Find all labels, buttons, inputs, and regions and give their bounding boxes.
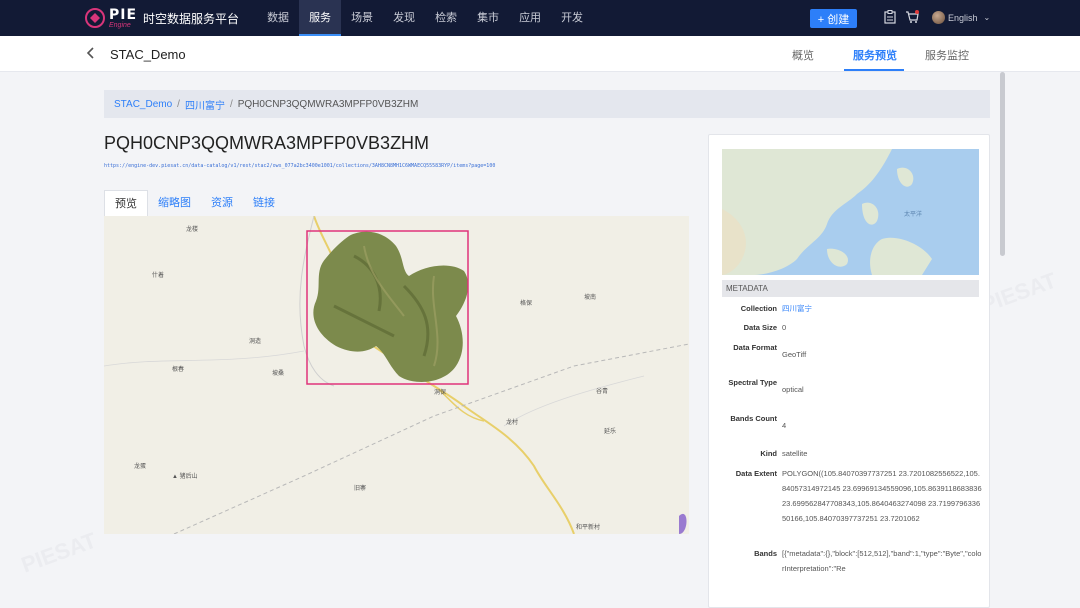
map-place-label: 龙村 [506, 420, 519, 426]
map-place-label: 谷青 [596, 389, 609, 395]
breadcrumb-current: PQH0CNP3QQMWRA3MPFP0VB3ZHM [237, 98, 419, 110]
map-place-label: 根春 [172, 367, 185, 373]
overview-map-canvas [722, 149, 979, 275]
metadata-value: 4 [782, 421, 787, 430]
logo-text: PIE [109, 6, 138, 23]
breadcrumb: STAC_Demo / 四川富宁 / PQH0CNP3QQMWRA3MPFP0V… [104, 90, 990, 118]
chevron-left-icon[interactable] [86, 46, 96, 63]
breadcrumb-separator: / [177, 98, 180, 110]
logo[interactable]: PIE Engine 时空数据服务平台 [84, 0, 239, 36]
map-view[interactable]: 龙楼 什着 洞造 坡桑 根春 格保 坡南 谷青 洞保 龙村 延乐 龙蛋 ▲ 猪后… [104, 216, 689, 534]
platform-title: 时空数据服务平台 [143, 11, 240, 26]
nav-item[interactable]: 应用 [509, 0, 551, 36]
breadcrumb-separator: / [229, 98, 233, 110]
metadata-value: optical [782, 385, 804, 394]
map-place-label: 旧寨 [354, 486, 367, 492]
metadata-key: Data Size [743, 323, 777, 332]
clipboard-icon[interactable] [884, 10, 896, 27]
preview-tabs: 预览 缩略图 资源 链接 [104, 190, 285, 216]
nav-item[interactable]: 检索 [425, 0, 467, 36]
metadata-key: Spectral Type [728, 378, 777, 387]
logo-icon [84, 7, 106, 29]
page-title: PQH0CNP3QQMWRA3MPFP0VB3ZHM [104, 133, 430, 153]
nav-item[interactable]: 开发 [551, 0, 593, 36]
map-place-label: 延乐 [604, 429, 617, 435]
collection-link[interactable]: 四川富宁 [782, 301, 982, 316]
map-place-label: 坡桑 [272, 371, 285, 377]
nav-item[interactable]: 集市 [467, 0, 509, 36]
map-place-label: 龙蛋 [134, 464, 147, 470]
metadata-panel: 太平洋 METADATA Collection 四川富宁 Data Size 0… [708, 134, 990, 608]
sub-header: STAC_Demo 概览 服务预览 服务监控 [0, 36, 1080, 72]
map-canvas [104, 216, 689, 534]
create-button[interactable]: + 创建 [810, 9, 857, 28]
metadata-key: Kind [760, 449, 777, 458]
watermark: PIESAT [977, 267, 1060, 318]
map-place-label: 洞保 [434, 390, 447, 396]
tab-overview[interactable]: 概览 [792, 47, 814, 63]
metadata-key: Collection [740, 304, 777, 313]
item-url-link[interactable]: https://engine-dev.piesat.cn/data-catalo… [104, 163, 495, 169]
active-tab-indicator [844, 69, 904, 71]
cart-icon[interactable] [905, 10, 919, 27]
metadata-value: satellite [782, 449, 808, 458]
metadata-key: Data Extent [735, 469, 777, 478]
map-place-label: 什着 [152, 273, 165, 279]
nav-item[interactable]: 服务 [299, 0, 342, 36]
map-place-label: 和平新村 [576, 525, 601, 531]
metadata-value: [{"metadata":{},"block":[512,512],"band"… [782, 549, 982, 573]
top-nav: PIE Engine 时空数据服务平台 数据 服务 场景 发现 检索 集市 应用 开发 + 创… [0, 0, 1080, 36]
logo-subtext: Engine [109, 21, 131, 29]
metadata-key: Bands [754, 549, 777, 558]
tab-service-monitor[interactable]: 服务监控 [925, 47, 969, 63]
metadata-header: METADATA [722, 280, 979, 297]
metadata-value: POLYGON((105.84070397737251 23.720108255… [782, 469, 982, 523]
overview-map[interactable]: 太平洋 [722, 149, 979, 275]
nav-item[interactable]: 场景 [341, 0, 383, 36]
map-place-label: 格保 [520, 301, 533, 307]
nav-item[interactable]: 发现 [383, 0, 425, 36]
metadata-key: Bands Count [730, 414, 777, 423]
map-place-label: 洞造 [249, 339, 262, 345]
project-title: STAC_Demo [110, 47, 186, 62]
map-place-label: 坡南 [584, 295, 597, 301]
breadcrumb-link[interactable]: STAC_Demo [114, 99, 172, 110]
language-label: English [948, 12, 978, 23]
map-place-label: 龙楼 [186, 227, 199, 233]
tab-preview[interactable]: 预览 [104, 190, 148, 216]
tab-thumbnail[interactable]: 缩略图 [148, 190, 201, 216]
avatar[interactable] [932, 11, 945, 24]
chevron-down-icon: ⌄ [983, 13, 991, 22]
nav-item[interactable]: 数据 [257, 0, 299, 36]
breadcrumb-link[interactable]: 四川富宁 [185, 97, 225, 112]
metadata-key: Data Format [733, 343, 777, 352]
watermark: PIESAT [17, 527, 100, 578]
map-place-label: ▲ 猪后山 [172, 474, 198, 480]
metadata-value: GeoTiff [782, 350, 807, 359]
main-nav: 数据 服务 场景 发现 检索 集市 应用 开发 [257, 0, 593, 36]
language-switch[interactable]: English ⌄ [932, 11, 990, 24]
tab-service-preview[interactable]: 服务预览 [853, 47, 897, 63]
ocean-label: 太平洋 [904, 212, 923, 218]
tab-assets[interactable]: 资源 [201, 190, 243, 216]
page-scrollbar[interactable] [1000, 72, 1005, 256]
tab-links[interactable]: 链接 [243, 190, 285, 216]
metadata-value: 0 [782, 323, 787, 332]
